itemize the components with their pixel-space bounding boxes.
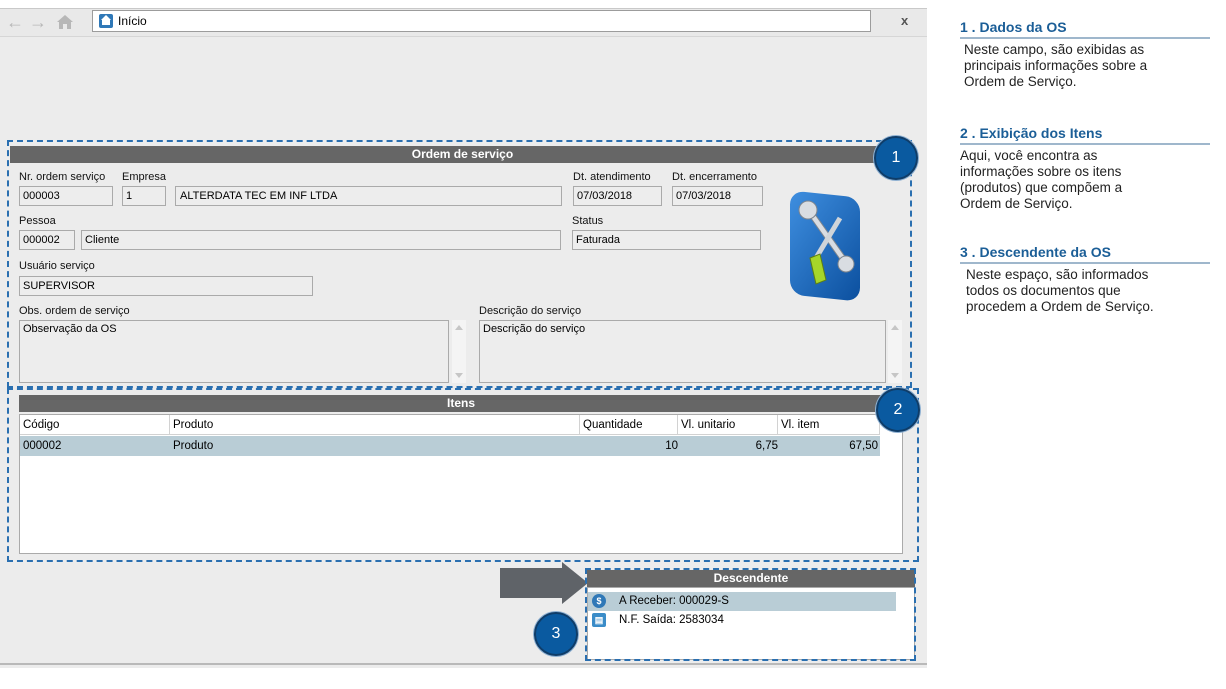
home-tab-icon: [99, 14, 113, 28]
address-bar[interactable]: Início: [92, 10, 871, 32]
highlight-descendente: [585, 568, 916, 661]
help-body: Neste espaço, são informados todos os do…: [966, 267, 1154, 314]
back-arrow-icon[interactable]: ←: [6, 12, 24, 32]
help-section-1: 1 . Dados da OS Neste campo, são exibida…: [960, 18, 1210, 90]
help-title: 1 . Dados da OS: [960, 18, 1210, 39]
step-badge-3: 3: [534, 612, 578, 656]
forward-arrow-icon[interactable]: →: [29, 12, 47, 32]
help-section-2: 2 . Exibição dos Itens Aqui, você encont…: [960, 124, 1210, 212]
help-title: 3 . Descendente da OS: [960, 243, 1210, 264]
step-badge-1: 1: [874, 136, 918, 180]
address-text: Início: [118, 14, 147, 28]
close-button[interactable]: x: [901, 13, 908, 28]
window-bottom-edge: [0, 663, 927, 665]
step-badge-2: 2: [876, 388, 920, 432]
highlight-os-data: [7, 140, 912, 388]
help-title: 2 . Exibição dos Itens: [960, 124, 1210, 145]
arrow-right-icon: [500, 562, 588, 604]
help-body: Aqui, você encontra as informações sobre…: [960, 148, 1123, 211]
home-icon[interactable]: [56, 14, 74, 30]
navigation-bar: ← → Início x: [0, 9, 927, 37]
help-section-3: 3 . Descendente da OS Neste espaço, são …: [960, 243, 1210, 315]
highlight-itens: [7, 388, 919, 562]
help-body: Neste campo, são exibidas as principais …: [964, 42, 1148, 89]
